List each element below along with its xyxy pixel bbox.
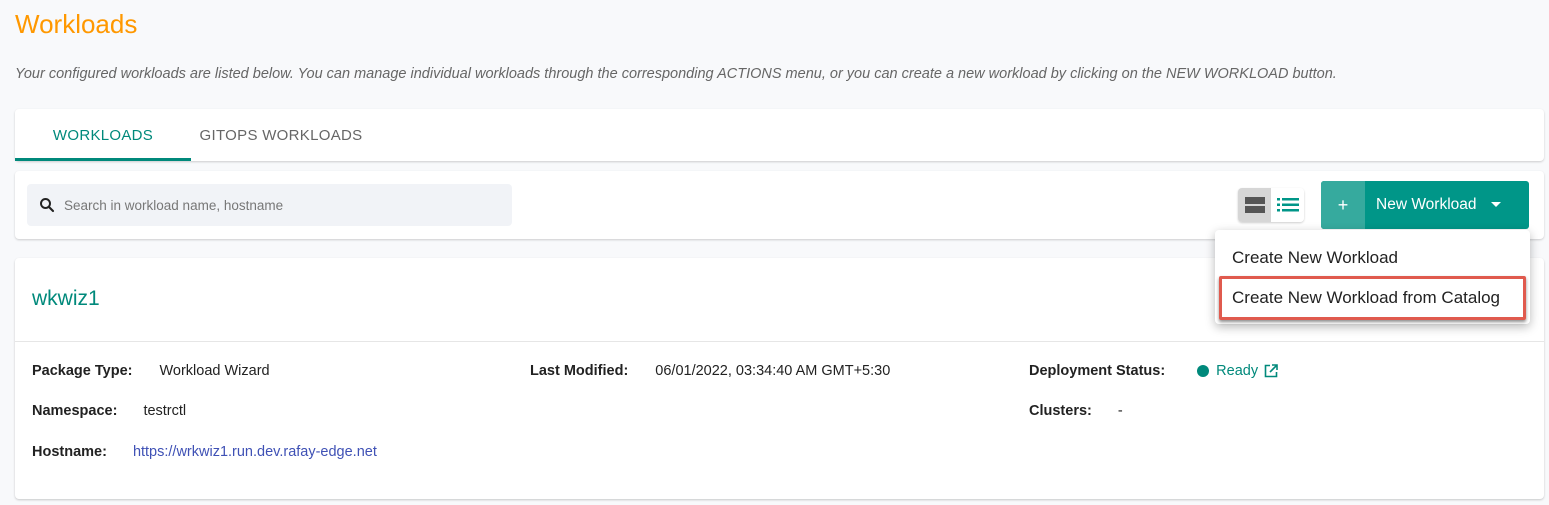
deployment-status-value: Ready: [1216, 363, 1259, 379]
clusters-label: Clusters:: [1029, 403, 1092, 419]
tabs-bar: WORKLOADS GITOPS WORKLOADS: [15, 109, 1544, 161]
menu-item-create-from-catalog[interactable]: Create New Workload from Catalog: [1220, 278, 1526, 317]
tab-workloads[interactable]: WORKLOADS: [15, 109, 191, 161]
new-workload-dropdown: Create New Workload Create New Workload …: [1215, 230, 1530, 324]
plus-icon: +: [1321, 181, 1365, 229]
menu-item-create-new-workload[interactable]: Create New Workload: [1215, 239, 1530, 277]
search-icon: [40, 198, 55, 213]
status-dot-icon: [1197, 365, 1210, 377]
namespace-label: Namespace:: [32, 403, 118, 419]
list-view-icon: [1276, 198, 1299, 212]
list-view-button[interactable]: [1271, 188, 1304, 222]
last-modified-value: 06/01/2022, 03:34:40 AM GMT+5:30: [655, 363, 891, 379]
namespace-field: Namespace: testrctl: [32, 403, 186, 419]
last-modified-field: Last Modified: 06/01/2022, 03:34:40 AM G…: [530, 363, 890, 379]
card-view-button[interactable]: [1238, 188, 1271, 222]
package-type-value: Workload Wizard: [159, 363, 270, 379]
namespace-value: testrctl: [143, 403, 187, 419]
page-title: Workloads: [15, 9, 138, 39]
external-link-icon[interactable]: [1264, 364, 1278, 378]
search-input[interactable]: [64, 197, 484, 213]
workload-name[interactable]: wkwiz1: [32, 287, 100, 311]
last-modified-label: Last Modified:: [530, 363, 629, 379]
card-view-icon: [1244, 197, 1265, 213]
package-type-label: Package Type:: [32, 363, 133, 379]
package-type-field: Package Type: Workload Wizard: [32, 363, 270, 379]
deployment-status[interactable]: Ready: [1197, 363, 1278, 379]
card-divider: [15, 341, 1544, 342]
hostname-link[interactable]: https://wrkwiz1.run.dev.rafay-edge.net: [133, 444, 377, 460]
clusters-field: Clusters: -: [1029, 403, 1123, 419]
deployment-status-label: Deployment Status:: [1029, 363, 1166, 379]
new-workload-label: New Workload: [1376, 196, 1477, 213]
clusters-value: -: [1117, 403, 1123, 419]
new-workload-button[interactable]: + New Workload: [1321, 181, 1529, 229]
caret-down-icon: [1490, 181, 1501, 229]
tab-gitops-workloads[interactable]: GITOPS WORKLOADS: [191, 109, 371, 161]
search-box[interactable]: [27, 184, 512, 226]
hostname-label: Hostname:: [32, 444, 107, 460]
deployment-status-field: Deployment Status: Ready: [1029, 363, 1278, 379]
view-toggle: [1238, 188, 1304, 222]
page-description: Your configured workloads are listed bel…: [15, 66, 1337, 82]
hostname-field: Hostname: https://wrkwiz1.run.dev.rafay-…: [32, 444, 377, 460]
toolbar: + New Workload: [15, 171, 1544, 239]
